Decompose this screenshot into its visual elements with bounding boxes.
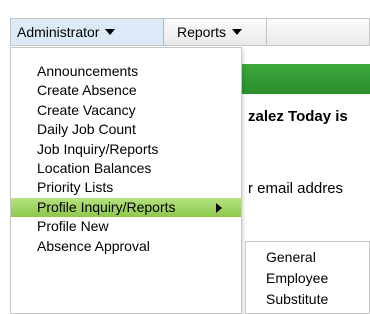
menu-item-label: Create Absence (37, 82, 137, 99)
menu-administrator[interactable]: Administrator (11, 19, 164, 45)
menu-item-profile-inquiry-reports[interactable]: Profile Inquiry/Reports (11, 197, 241, 218)
submenu-item-label: Employee (266, 270, 329, 286)
menu-item-create-absence[interactable]: Create Absence (11, 81, 241, 100)
submenu-item-employee[interactable]: Employee (246, 268, 369, 289)
menu-item-label: Priority Lists (37, 179, 114, 196)
menu-item-label: Profile New (37, 218, 109, 235)
menu-item-label: Job Inquiry/Reports (37, 140, 159, 157)
menu-item-label: Create Vacancy (37, 101, 136, 118)
submenu-item-label: Substitute (266, 291, 329, 307)
menu-item-create-vacancy[interactable]: Create Vacancy (11, 101, 241, 120)
menu-item-daily-job-count[interactable]: Daily Job Count (11, 120, 241, 139)
menu-item-location-balances[interactable]: Location Balances (11, 159, 241, 178)
submenu-item-label: General (266, 249, 316, 265)
welcome-text: zalez Today is (248, 108, 348, 125)
menu-item-job-inquiry-reports[interactable]: Job Inquiry/Reports (11, 140, 241, 159)
menu-item-label: Location Balances (37, 159, 152, 176)
menu-item-label: Absence Approval (37, 237, 150, 254)
menu-reports-label: Reports (177, 24, 227, 40)
menu-reports[interactable]: Reports (171, 19, 267, 45)
email-prompt-text: r email addres (248, 180, 344, 197)
main-menubar: Administrator Reports (10, 18, 370, 46)
administrator-dropdown: Announcements Create Absence Create Vaca… (10, 47, 242, 314)
chevron-right-icon (216, 202, 222, 213)
menu-item-label: Profile Inquiry/Reports (37, 198, 176, 215)
submenu-item-substitute[interactable]: Substitute (246, 289, 369, 310)
menu-item-announcements[interactable]: Announcements (11, 62, 241, 81)
chevron-down-icon (105, 29, 116, 36)
chevron-down-icon (232, 29, 243, 36)
menu-item-label: Announcements (37, 63, 139, 79)
menu-item-profile-new[interactable]: Profile New (11, 217, 241, 236)
menu-administrator-label: Administrator (17, 24, 100, 40)
profile-inquiry-submenu: General Employee Substitute (245, 241, 370, 314)
menu-item-absence-approval[interactable]: Absence Approval (11, 237, 241, 256)
menu-item-label: Daily Job Count (37, 121, 136, 138)
menu-item-priority-lists[interactable]: Priority Lists (11, 178, 241, 197)
submenu-item-general[interactable]: General (246, 247, 369, 268)
header-green-bar (235, 64, 370, 94)
